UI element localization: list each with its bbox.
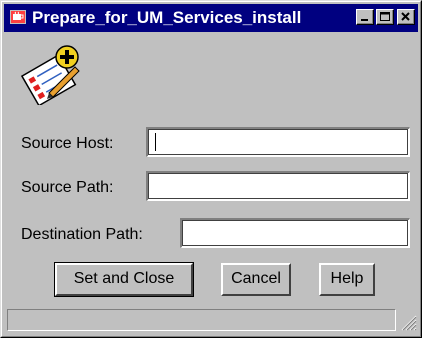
minimize-button[interactable] [356, 9, 374, 25]
destination-path-field[interactable] [180, 218, 410, 248]
destination-path-label: Destination Path: [21, 226, 143, 243]
source-path-input[interactable] [152, 176, 405, 197]
maximize-icon [380, 12, 390, 21]
title-bar[interactable]: Prepare_for_UM_Services_install [4, 4, 418, 32]
resize-grip-icon[interactable] [399, 313, 417, 331]
source-path-label: Source Path: [21, 179, 114, 196]
text-caret [155, 133, 156, 151]
dialog-window: Prepare_for_UM_Services_install Source H… [0, 0, 422, 338]
maximize-button[interactable] [376, 9, 394, 25]
cancel-button[interactable]: Cancel [221, 263, 291, 296]
set-and-close-button[interactable]: Set and Close [54, 262, 194, 297]
minimize-icon [361, 19, 368, 21]
help-button[interactable]: Help [319, 263, 375, 296]
destination-path-input[interactable] [186, 223, 405, 244]
close-icon [401, 12, 410, 21]
source-path-field[interactable] [146, 171, 410, 201]
window-title: Prepare_for_UM_Services_install [32, 8, 302, 27]
java-cup-icon [10, 10, 26, 24]
close-button[interactable] [397, 9, 415, 25]
source-host-label: Source Host: [21, 135, 114, 152]
source-host-field[interactable] [146, 127, 410, 157]
status-bar [7, 309, 396, 331]
checklist-plus-icon [20, 45, 80, 105]
source-host-input[interactable] [152, 132, 405, 153]
